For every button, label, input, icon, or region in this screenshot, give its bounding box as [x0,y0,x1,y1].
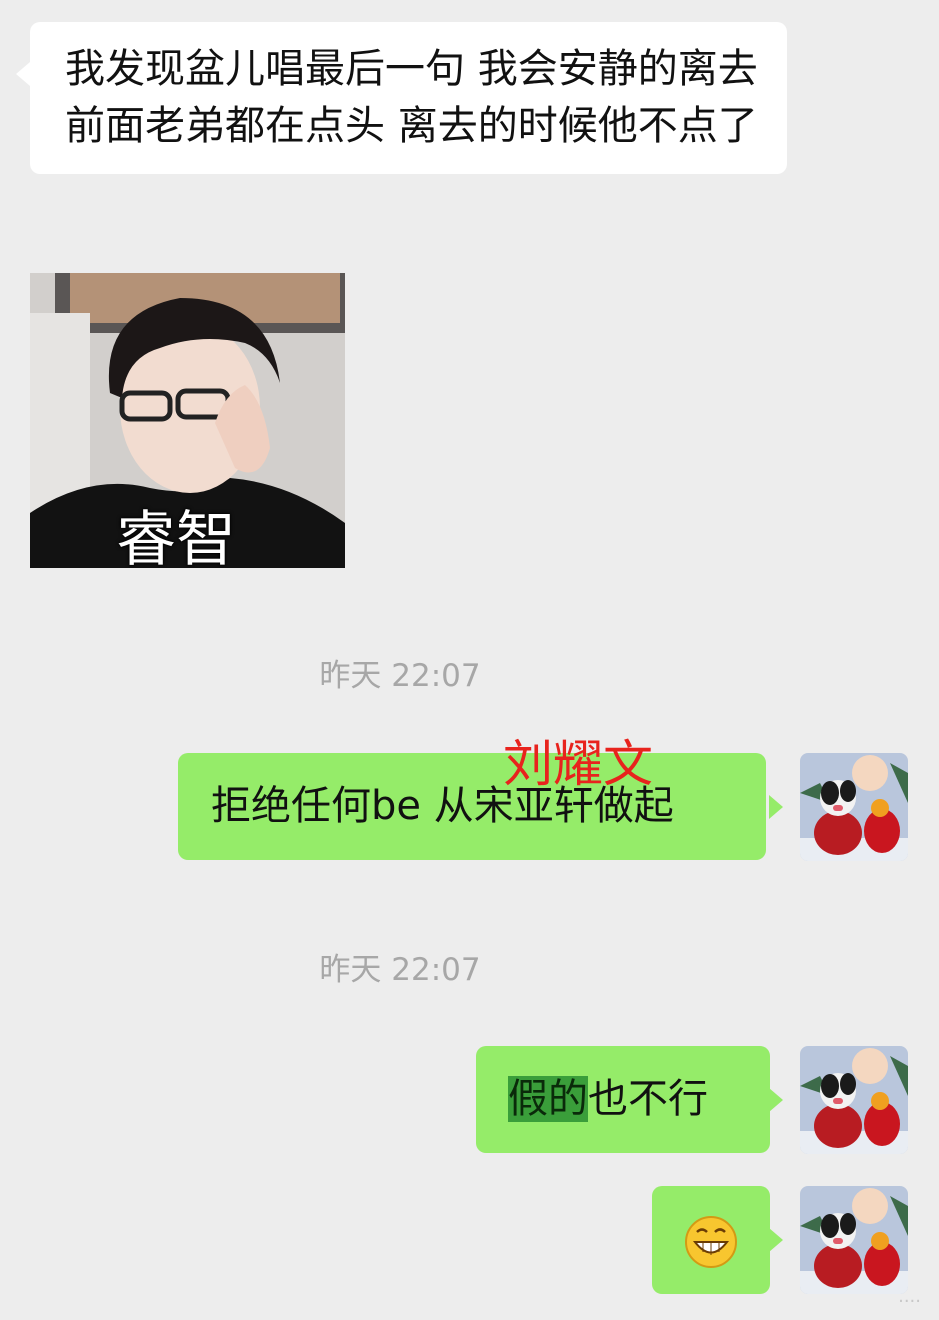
user-avatar[interactable] [800,1186,908,1294]
bubble-tail [769,1228,783,1252]
incoming-message-bubble[interactable]: 我发现盆儿唱最后一句 我会安静的离去 前面老弟都在点头 离去的时候他不点了 [30,22,787,174]
outgoing-emoji-bubble[interactable] [652,1186,770,1294]
selected-text-highlight[interactable]: 假的 [508,1076,588,1122]
dog-avatar-icon [800,1186,908,1294]
user-avatar[interactable] [800,1046,908,1154]
bubble-tail [769,795,783,819]
dog-avatar-icon [800,753,908,861]
bubble-tail [16,62,30,86]
message-text: 我发现盆儿唱最后一句 我会安静的离去 前面老弟都在点头 离去的时候他不点了 [65,46,758,149]
dog-avatar-icon [800,1046,908,1154]
outgoing-message-bubble[interactable]: 假的也不行 [476,1046,770,1153]
message-text: 也不行 [588,1076,708,1122]
outgoing-message-bubble[interactable]: 拒绝任何be 从宋亚轩做起 [178,753,766,860]
watermark: ···· [898,1291,921,1312]
sticker-image[interactable]: 睿智 [30,273,345,568]
message-timestamp: 昨天 22:07 [319,658,481,694]
user-avatar[interactable] [800,753,908,861]
sticker-caption: 睿智 [116,505,236,568]
bubble-tail [769,1088,783,1112]
message-timestamp: 昨天 22:07 [319,952,481,988]
grinning-face-icon [685,1216,737,1268]
overlay-annotation-text: 刘耀文 [503,735,653,793]
